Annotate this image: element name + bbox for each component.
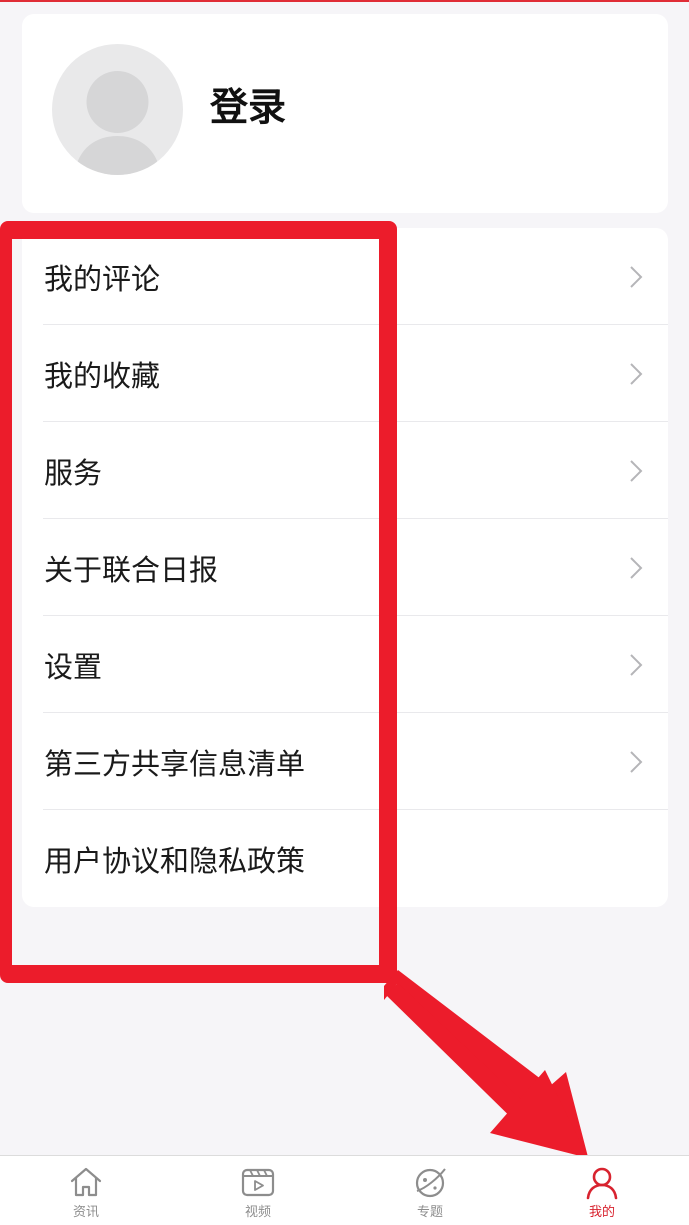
tab-news[interactable]: 资讯 [0,1156,172,1225]
menu-item-my-comments[interactable]: 我的评论 [22,228,668,325]
menu-item-label: 我的收藏 [44,358,161,393]
menu-item-label: 我的评论 [44,261,161,296]
chevron-right-icon [630,750,643,773]
topic-icon [415,1168,446,1198]
chevron-right-icon [630,653,643,676]
person-icon [586,1167,618,1200]
menu-item-label: 第三方共享信息清单 [44,746,306,781]
tab-label: 视频 [244,1205,271,1220]
profile-card[interactable]: 登录 [22,14,668,213]
chevron-right-icon [630,265,643,288]
tab-topics[interactable]: 专题 [344,1156,516,1225]
menu-item-third-party-sharing[interactable]: 第三方共享信息清单 [22,713,668,810]
menu-item-label: 设置 [44,649,103,684]
menu-item-label: 服务 [44,455,103,490]
tab-label: 资讯 [72,1205,99,1220]
menu-item-user-agreement[interactable]: 用户协议和隐私政策 [22,810,668,907]
video-icon [241,1168,275,1197]
menu-list: 我的评论 我的收藏 服务 关于联合日报 设置 第三方共享信息清单 用户协议和隐私… [22,228,668,907]
bottom-tab-bar: 资讯 视频 专题 我的 [0,1155,689,1225]
tab-video[interactable]: 视频 [172,1156,344,1225]
menu-item-label: 用户协议和隐私政策 [44,843,306,878]
home-icon [70,1167,102,1197]
avatar[interactable] [52,44,183,175]
tab-label: 专题 [416,1205,443,1220]
menu-item-services[interactable]: 服务 [22,422,668,519]
tab-mine[interactable]: 我的 [516,1156,688,1225]
chevron-right-icon [630,556,643,579]
chevron-right-icon [630,362,643,385]
tab-label: 我的 [588,1205,615,1220]
top-accent-line [0,0,689,2]
login-link[interactable]: 登录 [210,76,286,131]
menu-item-my-favorites[interactable]: 我的收藏 [22,325,668,422]
menu-item-about[interactable]: 关于联合日报 [22,519,668,616]
menu-item-settings[interactable]: 设置 [22,616,668,713]
chevron-right-icon [630,459,643,482]
default-avatar-icon [74,71,161,175]
menu-item-label: 关于联合日报 [44,552,219,587]
